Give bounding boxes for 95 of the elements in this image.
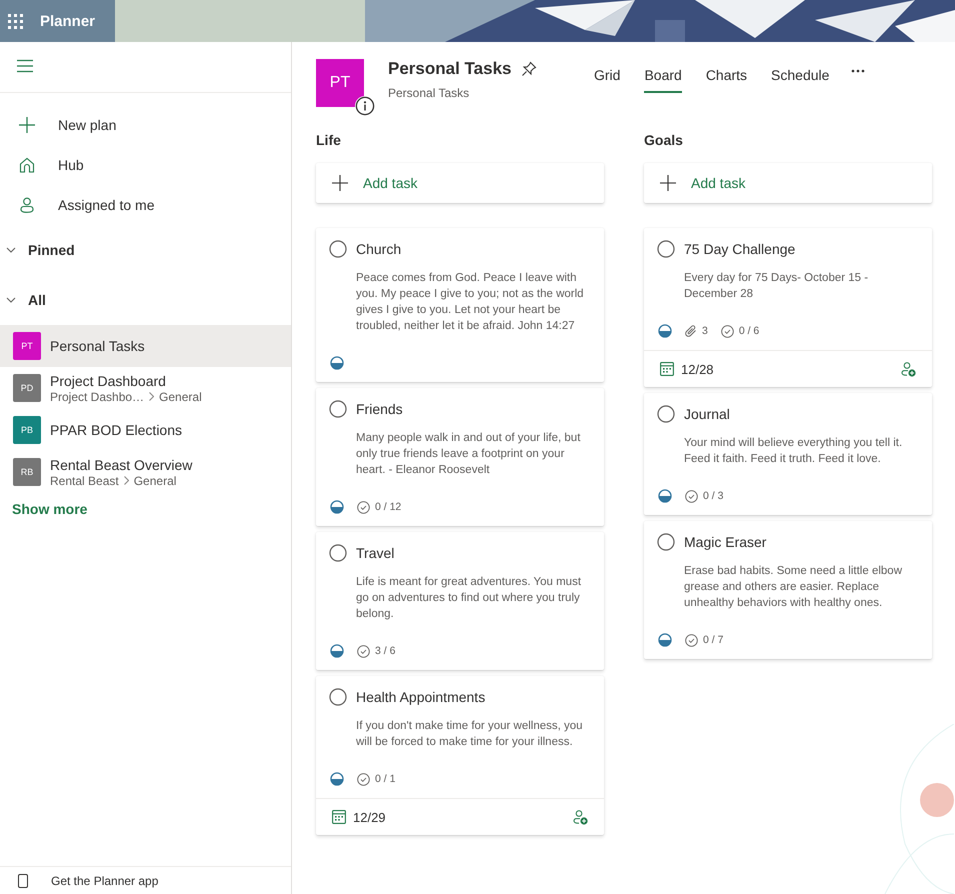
plan-avatar: PT (13, 332, 41, 360)
checklist-icon (357, 644, 370, 658)
complete-checkbox[interactable] (329, 688, 347, 706)
paperclip-icon (685, 325, 697, 337)
bucket-name: Goals (644, 132, 684, 150)
plus-icon (660, 175, 676, 191)
plan-group: Rental Beast (50, 474, 119, 488)
task-notes: Many people walk in and out of your life, but only true friends leave a footprint on your heart. - Eleanor Roosevelt (356, 431, 582, 478)
checklist-icon (357, 500, 370, 514)
plan-subtitle: Personal Tasks (388, 86, 470, 100)
info-button[interactable] (355, 96, 375, 116)
checklist-count: 0 / 1 (375, 773, 396, 785)
checklist-count: 3 / 6 (375, 645, 396, 657)
plus-icon (19, 117, 35, 133)
task-card[interactable]: Magic Eraser Erase bad habits. Some need a little elbow grease and others are easier. Replace unhealthy behaviors with healthy ones. 0 / 7 (644, 521, 932, 659)
person-icon (19, 197, 35, 213)
calendar-icon (332, 810, 346, 824)
view-tab[interactable]: Board (644, 63, 682, 93)
add-task-button[interactable]: Add task (316, 163, 604, 203)
nav-item[interactable]: Assigned to me (0, 185, 291, 225)
plan-name: Personal Tasks (50, 338, 145, 354)
home-icon (19, 157, 35, 173)
view-tab[interactable]: Grid (594, 63, 620, 93)
plan-name: PPAR BOD Elections (50, 422, 182, 438)
checklist-icon (357, 772, 370, 786)
complete-checkbox[interactable] (329, 400, 347, 418)
nav-item[interactable]: New plan (0, 105, 291, 145)
plan-item[interactable]: PB PPAR BOD Elections (0, 409, 291, 451)
app-title: Planner (40, 12, 96, 30)
calendar-icon (660, 362, 674, 376)
view-tab[interactable]: Schedule (771, 63, 830, 93)
assign-button[interactable] (573, 810, 588, 824)
due-date: 12/29 (353, 810, 386, 824)
chevron-icon (124, 476, 129, 485)
view-tab[interactable]: Charts (706, 63, 748, 93)
task-title: Friends (356, 401, 403, 417)
plan-name: Project Dashboard (50, 372, 167, 388)
assign-button[interactable] (901, 362, 916, 376)
plan-title: Personal Tasks (388, 59, 512, 79)
task-title: Church (356, 241, 402, 257)
checklist-icon (720, 324, 734, 338)
checklist-count: 0 / 7 (703, 634, 724, 646)
section-header[interactable]: All (0, 275, 291, 325)
chevron-icon (149, 392, 154, 401)
checklist-count: 0 / 6 (738, 325, 760, 337)
plan-avatar: PT (316, 59, 364, 107)
task-card[interactable]: Health Appointments If you don't make time for your wellness, you will be forced to make time for your illness. 0 / 1 12/29 (316, 676, 604, 835)
complete-checkbox[interactable] (657, 240, 675, 258)
plan-item[interactable]: PT Personal Tasks (0, 325, 291, 367)
task-title: Journal (684, 406, 730, 422)
complete-checkbox[interactable] (657, 533, 675, 551)
task-title: 75 Day Challenge (684, 241, 796, 257)
task-notes: If you don't make time for your wellness, you will be forced to make time for your illness. (356, 719, 584, 750)
checklist-icon (685, 490, 698, 502)
task-title: Magic Eraser (684, 534, 766, 550)
task-card[interactable]: 75 Day Challenge Every day for 75 Days- October 15 - December 28 3 0 / 6 12/28 (644, 228, 932, 387)
checklist-count: 0 / 12 (375, 501, 402, 513)
due-date: 12/28 (681, 362, 714, 376)
attachment-count: 3 (702, 325, 708, 337)
plan-item[interactable]: RB Rental Beast Overview Rental Beast General (0, 451, 291, 493)
checklist-count: 0 / 3 (703, 490, 724, 502)
task-notes: Life is meant for great adventures. You must go on adventures to find out where you truly belong. (356, 575, 582, 622)
plan-avatar: PB (13, 416, 41, 444)
task-card[interactable]: Travel Life is meant for great adventures. You must go on adventures to find out where you truly belong. 3 / 6 (316, 532, 604, 670)
task-notes: Erase bad habits. Some need a little elbow grease and others are easier. Replace unhealthy behaviors with healthy ones. (684, 564, 903, 611)
complete-checkbox[interactable] (329, 544, 347, 562)
checklist-icon (685, 634, 698, 646)
task-card[interactable]: Friends Many people walk in and out of your life, but only true friends leave a footprint on your heart. - Eleanor Roosevelt 0 / 12 (316, 388, 604, 526)
add-task-button[interactable]: Add task (644, 163, 932, 203)
section-header[interactable]: Pinned (0, 225, 291, 275)
app-launcher-button[interactable] (8, 14, 23, 28)
task-title: Travel (356, 545, 394, 561)
plus-icon (332, 175, 348, 191)
channel-name: General (134, 474, 176, 488)
task-notes: Your mind will believe everything you tell it. Feed it faith. Feed it truth. Feed it love. (684, 436, 904, 467)
task-card[interactable]: Church Peace comes from God. Peace I leave with you. My peace I give to you; not as the world gives I give to you. Let not your heart be troubled, neither let it be afraid. John 14:27 (316, 228, 604, 382)
task-card[interactable]: Journal Your mind will believe everything you tell it. Feed it faith. Feed it truth. Feed it love. 0 / 3 (644, 393, 932, 515)
nav-item[interactable]: Hub (0, 145, 291, 185)
plan-name: Rental Beast Overview (50, 456, 192, 472)
task-notes: Every day for 75 Days- October 15 - December 28 (684, 271, 870, 302)
complete-checkbox[interactable] (657, 405, 675, 423)
task-title: Health Appointments (356, 689, 486, 705)
plan-item[interactable]: PD Project Dashboard Project Dashbo… General (0, 367, 291, 409)
more-icon (851, 69, 866, 73)
get-app-link[interactable]: Get the Planner app (0, 866, 291, 894)
phone-icon (18, 874, 28, 888)
pin-button[interactable] (521, 61, 538, 77)
plan-avatar: PD (13, 374, 41, 402)
plan-group: Project Dashbo… (50, 390, 144, 404)
complete-checkbox[interactable] (329, 240, 347, 258)
bucket-name: Life (316, 132, 342, 150)
channel-name: General (159, 390, 202, 404)
task-notes: Peace comes from God. Peace I leave with you. My peace I give to you; not as the world gives I give to you. Let not your heart be troubled, neither let it be afraid. John 14:27 (356, 271, 585, 334)
plan-avatar: RB (13, 458, 41, 486)
show-more-link[interactable]: Show more (0, 493, 291, 517)
